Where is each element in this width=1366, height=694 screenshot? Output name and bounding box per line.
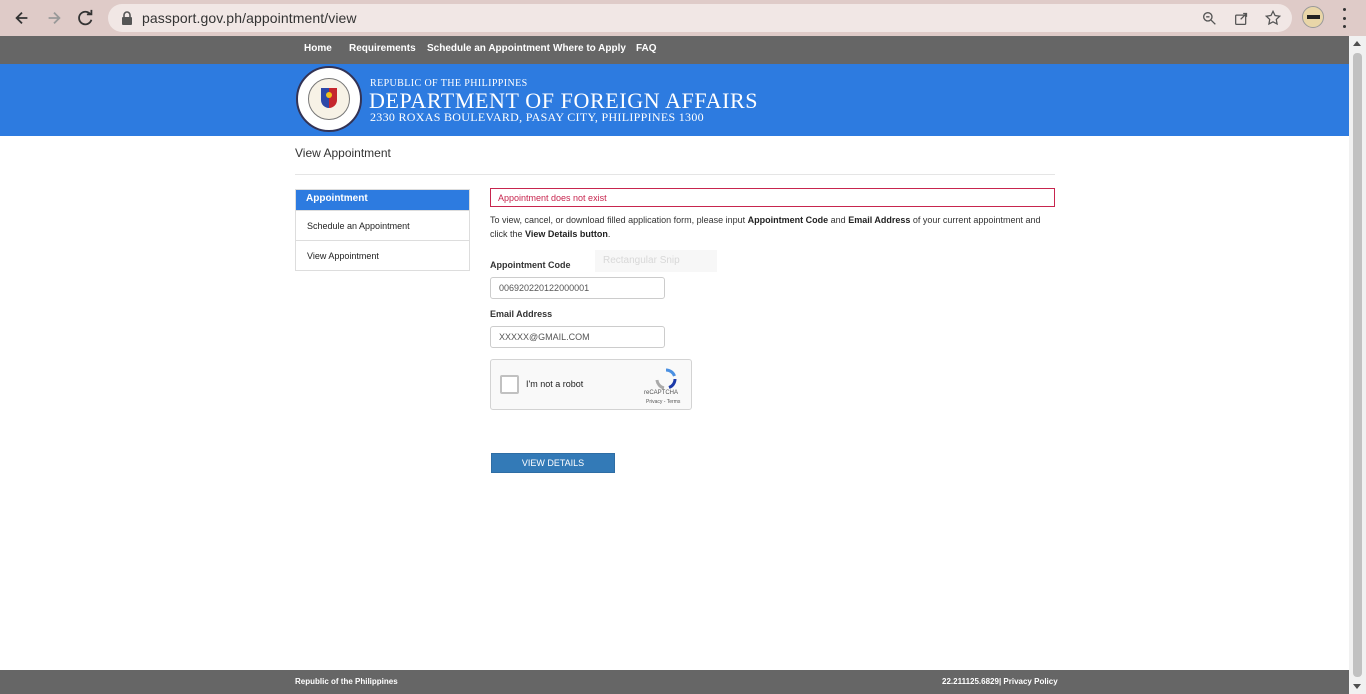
nav-where-to-apply[interactable]: Where to Apply bbox=[553, 43, 626, 54]
view-details-button[interactable]: VIEW DETAILS bbox=[491, 453, 615, 473]
web-page: Home Requirements Schedule an Appointmen… bbox=[0, 36, 1349, 694]
top-navigation: Home Requirements Schedule an Appointmen… bbox=[0, 36, 1349, 64]
menu-icon[interactable] bbox=[1340, 8, 1348, 28]
appointment-code-input[interactable]: 006920220122000001 bbox=[490, 277, 665, 299]
scroll-down-icon[interactable] bbox=[1353, 684, 1361, 689]
browser-toolbar: passport.gov.ph/appointment/view bbox=[0, 0, 1366, 36]
recaptcha-checkbox[interactable] bbox=[500, 375, 519, 394]
scrollbar-thumb[interactable] bbox=[1353, 53, 1362, 677]
zoom-icon[interactable] bbox=[1200, 9, 1218, 27]
nav-faq[interactable]: FAQ bbox=[636, 43, 657, 54]
email-input[interactable]: XXXXX@GMAIL.COM bbox=[490, 326, 665, 348]
nav-schedule[interactable]: Schedule an Appointment bbox=[427, 43, 550, 54]
recaptcha-label: I'm not a robot bbox=[526, 379, 584, 389]
email-label: Email Address bbox=[490, 309, 553, 319]
footer-right-text[interactable]: 22.211125.6829| Privacy Policy bbox=[942, 677, 1058, 686]
sidebar: Appointment Schedule an Appointment View… bbox=[295, 189, 470, 271]
nav-home[interactable]: Home bbox=[304, 43, 332, 54]
lock-icon bbox=[122, 11, 132, 25]
appointment-code-label: Appointment Code bbox=[490, 260, 571, 270]
sidebar-header: Appointment bbox=[296, 190, 469, 210]
error-alert: Appointment does not exist bbox=[490, 188, 1055, 207]
page-footer: Republic of the Philippines 22.211125.68… bbox=[0, 670, 1349, 694]
instructions-text: To view, cancel, or download filled appl… bbox=[490, 215, 1041, 239]
reload-icon[interactable] bbox=[70, 2, 102, 34]
address-bar[interactable]: passport.gov.ph/appointment/view bbox=[108, 4, 1292, 32]
recaptcha-brand: reCAPTCHA bbox=[644, 390, 679, 396]
banner-address: 2330 ROXAS BOULEVARD, PASAY CITY, PHILIP… bbox=[370, 110, 704, 124]
recaptcha-terms[interactable]: Privacy - Terms bbox=[646, 399, 680, 405]
recaptcha-icon bbox=[655, 368, 677, 390]
page-title: View Appointment bbox=[295, 146, 391, 160]
divider bbox=[295, 174, 1055, 175]
nav-requirements[interactable]: Requirements bbox=[349, 43, 416, 54]
share-icon[interactable] bbox=[1232, 9, 1250, 27]
header-banner: REPUBLIC OF THE PHILIPPINES DEPARTMENT O… bbox=[0, 64, 1349, 136]
scrollbar[interactable] bbox=[1349, 36, 1366, 694]
scroll-up-icon[interactable] bbox=[1353, 41, 1361, 46]
dfa-seal-logo bbox=[296, 66, 362, 132]
forward-icon[interactable] bbox=[38, 2, 70, 34]
sidebar-item-view[interactable]: View Appointment bbox=[296, 240, 469, 270]
url-text: passport.gov.ph/appointment/view bbox=[142, 10, 357, 26]
footer-left-text: Republic of the Philippines bbox=[295, 677, 398, 686]
star-icon[interactable] bbox=[1264, 9, 1282, 27]
back-icon[interactable] bbox=[6, 2, 38, 34]
recaptcha-widget: I'm not a robot reCAPTCHA Privacy - Term… bbox=[490, 359, 692, 410]
profile-avatar[interactable] bbox=[1302, 6, 1324, 28]
snip-tooltip: Rectangular Snip bbox=[595, 250, 717, 272]
sidebar-item-schedule[interactable]: Schedule an Appointment bbox=[296, 210, 469, 240]
